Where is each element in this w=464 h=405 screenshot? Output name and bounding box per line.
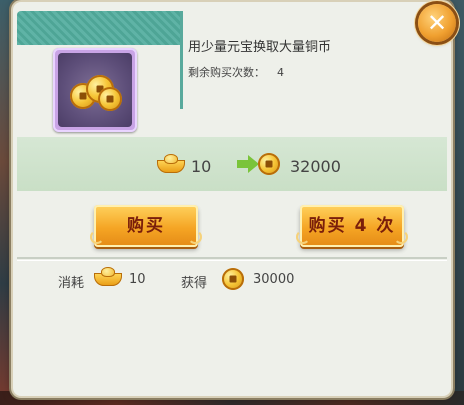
buy-button[interactable]: 购买 <box>90 205 202 247</box>
copper-coin-icon <box>222 268 244 290</box>
divider-highlight <box>17 260 447 261</box>
buy-multiple-button[interactable]: 购买 4 次 <box>296 205 408 247</box>
corner-ornament <box>90 230 104 244</box>
buy-button-label: 购买 <box>127 216 165 236</box>
arrow-right-icon <box>237 155 259 173</box>
item-slot <box>53 48 137 132</box>
corner-ornament <box>296 230 310 244</box>
remaining-label: 剩余购买次数： <box>188 66 265 79</box>
header-ribbon <box>17 11 181 45</box>
gain-amount: 30000 <box>253 272 295 287</box>
exchange-rate-bar <box>17 137 447 191</box>
close-icon[interactable]: ✕ <box>418 4 456 42</box>
corner-ornament <box>188 230 202 244</box>
remaining-purchases: 剩余购买次数： 4 <box>188 64 284 80</box>
background-right-strip <box>450 0 464 405</box>
coin-icon <box>98 87 122 111</box>
buy-multiple-button-label: 购买 4 次 <box>308 216 396 236</box>
gain-label: 获得 <box>181 276 208 291</box>
exchange-dialog: 用少量元宝换取大量铜币 剩余购买次数： 4 10 32000 购买 购买 4 次 … <box>13 2 451 396</box>
dialog-title: 用少量元宝换取大量铜币 <box>188 40 332 55</box>
gold-ingot-icon <box>94 267 122 287</box>
cost-label: 消耗 <box>58 276 85 291</box>
cost-amount: 10 <box>129 272 146 287</box>
copper-coin-icon <box>258 153 280 175</box>
exchange-cost-amount: 10 <box>191 157 212 176</box>
corner-ornament <box>394 230 408 244</box>
divider <box>17 257 447 259</box>
gold-ingot-icon <box>157 154 185 174</box>
remaining-count: 4 <box>277 66 284 79</box>
exchange-reward-amount: 32000 <box>290 157 341 176</box>
copper-coins-icon <box>58 53 132 127</box>
